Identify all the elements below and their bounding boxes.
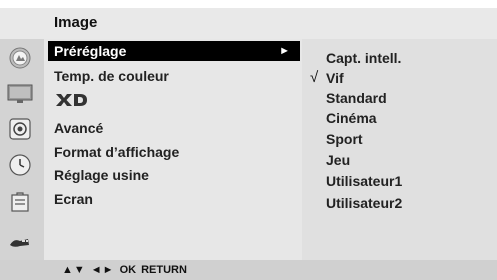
menu-item-color-temperature[interactable]: Temp. de couleur xyxy=(48,66,300,86)
navigation-hints: ▲▼ ◄► OK RETURN xyxy=(62,262,187,278)
submenu-item-smart-sensor[interactable]: Capt. intell. xyxy=(326,48,401,68)
submenu-item-vivid[interactable]: Vif xyxy=(326,68,344,88)
submenu-item-standard[interactable]: Standard xyxy=(326,88,387,108)
return-hint: RETURN xyxy=(141,264,187,276)
submenu-item-user1[interactable]: Utilisateur1 xyxy=(326,171,402,191)
menu-item-aspect-ratio[interactable]: Format d’affichage xyxy=(48,142,300,162)
up-down-arrows-icon: ▲▼ xyxy=(62,264,86,276)
lock-icon[interactable] xyxy=(7,189,33,215)
check-icon: √ xyxy=(310,69,319,86)
clock-icon[interactable] xyxy=(7,152,33,178)
speaker-icon[interactable] xyxy=(7,116,33,142)
ok-hint: OK xyxy=(119,264,137,276)
picture-icon[interactable] xyxy=(7,45,33,71)
tv-osd-menu: Image Préréglage ► Temp. de couleur Avan… xyxy=(0,0,497,280)
header-bar: Image xyxy=(0,8,497,39)
menu-item-xd[interactable]: XD xyxy=(48,90,300,110)
page-title: Image xyxy=(54,14,98,31)
main-menu: Préréglage ► Temp. de couleur XD Avancé … xyxy=(44,39,302,260)
submenu-item-user2[interactable]: Utilisateur2 xyxy=(326,193,402,213)
menu-item-factory-reset[interactable]: Réglage usine xyxy=(48,165,300,185)
submenu-arrow-icon: ► xyxy=(279,45,290,57)
menu-item-preset[interactable]: Préréglage ► xyxy=(48,41,300,61)
footer-help-bar: ▲▼ ◄► OK RETURN xyxy=(0,260,497,280)
submenu-item-game[interactable]: Jeu xyxy=(326,150,350,170)
input-icon[interactable] xyxy=(7,229,33,255)
submenu-item-sport[interactable]: Sport xyxy=(326,129,363,149)
submenu-item-cinema[interactable]: Cinéma xyxy=(326,108,377,128)
preset-submenu: Capt. intell. √ Vif Standard Cinéma Spor… xyxy=(302,39,497,260)
xd-logo: XD xyxy=(56,94,87,106)
menu-item-advanced[interactable]: Avancé xyxy=(48,118,300,138)
left-right-arrows-icon: ◄► xyxy=(90,264,115,276)
menu-item-screen[interactable]: Ecran xyxy=(48,189,300,209)
tv-icon[interactable] xyxy=(7,80,33,106)
category-sidebar xyxy=(0,39,44,260)
